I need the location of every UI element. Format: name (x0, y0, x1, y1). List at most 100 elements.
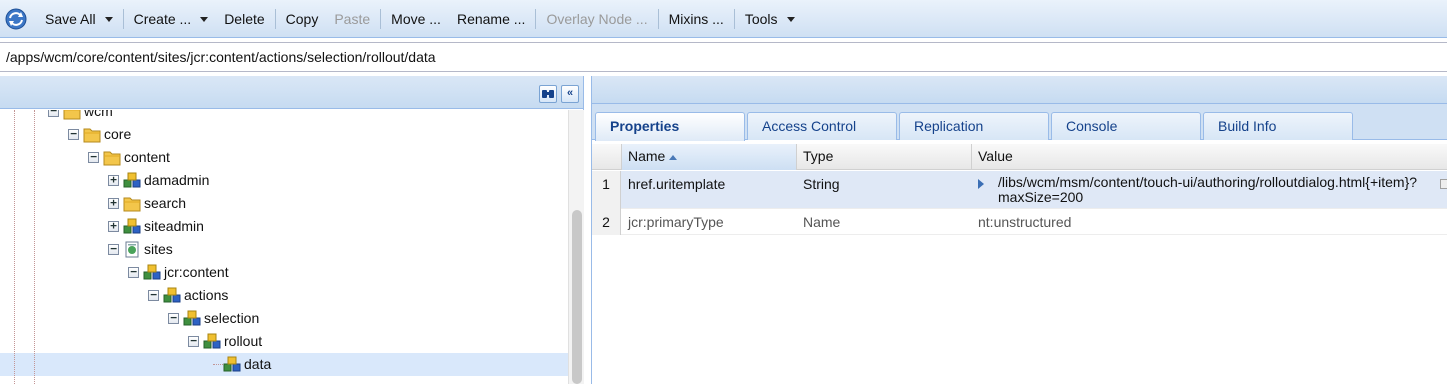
collapse-icon[interactable]: − (188, 335, 199, 347)
create-button-label: Create ... (133, 10, 192, 27)
tree-node-core[interactable]: − core (0, 123, 568, 146)
address-path: /apps/wcm/core/content/sites/jcr:content… (6, 49, 436, 65)
expand-icon[interactable]: + (108, 220, 119, 232)
folder-icon (103, 149, 121, 166)
tree-node-sites[interactable]: − sites (0, 238, 568, 261)
folder-icon (123, 195, 141, 212)
property-name: jcr:primaryType (628, 214, 724, 230)
grid-header-rownum (592, 144, 622, 170)
tab-console[interactable]: Console (1051, 112, 1201, 140)
tree-node-content[interactable]: − content (0, 146, 568, 169)
paste-button[interactable]: Paste (326, 0, 378, 38)
tree-connector (213, 364, 223, 365)
tree-node-search[interactable]: + search (0, 192, 568, 215)
node-icon (123, 172, 141, 189)
tab-replication[interactable]: Replication (899, 112, 1049, 140)
column-header-type[interactable]: Type (797, 144, 972, 170)
node-icon (163, 287, 181, 304)
tree-node-siteadmin[interactable]: + siteadmin (0, 215, 568, 238)
properties-panel: Properties Access Control Replication Conso… (591, 76, 1447, 384)
tree-node-data[interactable]: data (0, 353, 568, 376)
tree-node-label: content (124, 149, 170, 165)
save-all-button[interactable]: Save All (37, 0, 121, 38)
tools-button[interactable]: Tools (737, 0, 803, 38)
property-type: String (803, 176, 840, 192)
chevron-down-icon (104, 17, 113, 23)
tab-build-info[interactable]: Build Info (1203, 112, 1353, 140)
column-header-value-label: Value (978, 148, 1013, 164)
mixins-button[interactable]: Mixins ... (661, 0, 732, 38)
tools-button-label: Tools (744, 10, 778, 27)
create-button[interactable]: Create ... (126, 0, 217, 38)
grid-row[interactable]: 2 jcr:primaryType Name nt:unstructured (592, 209, 1447, 235)
copy-button[interactable]: Copy (278, 0, 327, 38)
tree-node-label: sites (144, 241, 173, 257)
rename-button-label: Rename ... (456, 10, 526, 27)
collapse-icon[interactable]: − (48, 110, 59, 117)
tree-node-jcr-content[interactable]: − jcr:content (0, 261, 568, 284)
toolbar-separator (657, 8, 659, 29)
overlay-node-button[interactable]: Overlay Node ... (538, 0, 655, 38)
overlay-node-button-label: Overlay Node ... (546, 10, 648, 27)
collapse-icon[interactable]: − (168, 312, 179, 324)
tree-node-label: actions (184, 287, 229, 303)
tree-node-label: data (244, 356, 272, 372)
property-value[interactable]: nt:unstructured (972, 209, 1071, 235)
move-button[interactable]: Move ... (383, 0, 449, 38)
collapse-icon[interactable]: − (88, 151, 99, 163)
row-number: 1 (592, 171, 621, 209)
tree-panel-header: « (0, 76, 583, 109)
chevron-down-icon (200, 17, 209, 23)
tree-node-selection[interactable]: − selection (0, 307, 568, 330)
toolbar-separator (535, 8, 537, 29)
property-type: Name (803, 214, 841, 230)
tree-guide-line (14, 110, 15, 384)
collapse-icon[interactable]: − (68, 128, 79, 140)
tree-node-actions[interactable]: − actions (0, 284, 568, 307)
property-value-line: nt:unstructured (978, 214, 1072, 230)
tree-panel: « − wcm − core − content + damadmin + search + site… (0, 76, 584, 384)
expand-icon[interactable]: + (108, 197, 119, 209)
property-value[interactable]: /libs/wcm/msm/content/touch-ui/authoring… (992, 175, 1417, 205)
tree-scrollbar-thumb[interactable] (572, 210, 582, 384)
rename-button[interactable]: Rename ... (449, 0, 533, 38)
repository-tree: − wcm − core − content + damadmin + search + sitead… (0, 110, 568, 384)
node-icon (183, 310, 201, 327)
collapse-icon[interactable]: − (148, 289, 159, 301)
tree-node-wcm[interactable]: − wcm (0, 110, 568, 123)
folder-icon (83, 126, 101, 143)
grid-row[interactable]: 1 href.uritemplate String/libs/wcm/msm/con… (592, 171, 1447, 209)
node-icon (203, 333, 221, 350)
toolbar-separator (122, 8, 124, 29)
tree-guide-line (34, 110, 35, 384)
expand-icon[interactable]: + (108, 174, 119, 186)
toolbar: Save All Create ... Delete Copy Paste Move ..… (0, 0, 1447, 38)
collapse-icon[interactable]: − (108, 243, 119, 255)
column-header-value[interactable]: Value (972, 144, 1447, 170)
collapse-left-icon[interactable]: « (561, 85, 579, 103)
refresh-icon[interactable] (3, 6, 29, 32)
tree-node-damadmin[interactable]: + damadmin (0, 169, 568, 192)
tree-node-rollout[interactable]: − rollout (0, 330, 568, 353)
toolbar-separator (380, 8, 382, 29)
binoculars-icon[interactable] (539, 85, 557, 103)
grid-header: Name Type Value (592, 144, 1447, 170)
tab-properties[interactable]: Properties (595, 112, 745, 141)
node-icon (123, 218, 141, 235)
expand-value-icon[interactable] (978, 179, 984, 189)
tree-node-label: core (104, 126, 132, 142)
save-all-button-label: Save All (45, 10, 96, 27)
column-header-name-label: Name (628, 148, 666, 164)
tree-node-label: jcr:content (164, 264, 229, 280)
collapse-icon[interactable]: − (128, 266, 139, 278)
edit-value-icon[interactable] (1440, 179, 1447, 189)
column-header-name[interactable]: Name (622, 144, 797, 170)
move-button-label: Move ... (391, 10, 441, 27)
tree-scrollbar[interactable] (568, 110, 584, 384)
address-bar[interactable]: /apps/wcm/core/content/sites/jcr:content… (0, 42, 1447, 72)
tab-access-control[interactable]: Access Control (747, 112, 897, 140)
column-header-type-label: Type (803, 148, 834, 164)
toolbar-separator (274, 8, 276, 29)
delete-button[interactable]: Delete (216, 0, 272, 38)
tab-strip: Properties Access Control Replication Conso… (592, 104, 1447, 141)
